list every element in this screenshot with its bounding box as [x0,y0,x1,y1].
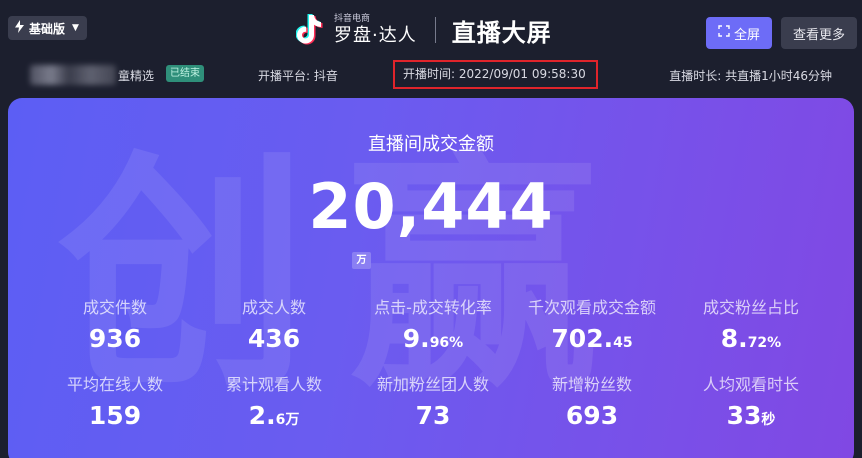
stat-label: 平均在线人数 [66,375,163,394]
stat-label: 新增粉丝数 [551,375,632,394]
stat-value: 936 [88,324,142,353]
stat-value: 702.45 [551,324,633,353]
stat-gpm: 千次观看成交金额 702.45 [512,294,672,353]
stat-total-viewers: 累计观看人数 2.6万 [194,371,354,430]
stat-order-count: 成交件数 936 [35,294,195,353]
stat-value: 9.96% [402,324,464,353]
top-bar: 基础版 ▼ 抖音电商 罗盘·达人 直播大屏 全屏 查看更多 [0,0,862,56]
lightning-icon [14,20,25,36]
brand-text: 抖音电商 罗盘·达人 [334,13,417,47]
stat-label: 千次观看成交金额 [527,298,656,317]
duration-text: 直播时长: 共直播1小时46分钟 [669,69,832,83]
edition-label: 基础版 [29,21,66,36]
expand-icon [718,25,730,41]
brand-subtitle: 抖音电商 [334,14,371,24]
stat-avg-watch-time: 人均观看时长 33秒 [671,371,831,430]
stat-label: 新加粉丝团人数 [376,375,489,394]
view-more-button[interactable]: 查看更多 [781,17,857,49]
stat-value: 33秒 [726,401,776,430]
stat-buyer-count: 成交人数 436 [194,294,354,353]
stat-click-conversion: 点击-成交转化率 9.96% [353,294,513,353]
stat-new-followers: 新增粉丝数 693 [512,371,672,430]
gmv-unit-badge: 万 [352,252,371,269]
stat-label: 累计观看人数 [225,375,322,394]
stat-value: 2.6万 [248,401,300,430]
stat-label: 点击-成交转化率 [374,298,492,317]
brand-name: 罗盘·达人 [334,25,417,46]
gmv-card: 创赢 直播间成交金额 20,444 万 成交件数 936 成交人数 436 点击… [8,98,854,458]
shop-name: 童精选 [118,69,155,83]
stat-label: 成交人数 [241,298,306,317]
blurred-account-name [30,65,116,85]
stat-label: 人均观看时长 [702,375,799,394]
brand-divider [434,17,436,43]
start-time-text: 开播时间: 2022/09/01 09:58:30 [393,60,598,89]
stat-new-fanclub: 新加粉丝团人数 73 [353,371,513,430]
chevron-down-icon: ▼ [72,23,79,33]
gmv-value: 20,444 [308,170,554,243]
tiktok-logo-icon [295,13,326,47]
stat-label: 成交件数 [82,298,147,317]
fullscreen-button[interactable]: 全屏 [706,17,772,49]
gmv-title: 直播间成交金额 [368,134,494,155]
stat-fan-share: 成交粉丝占比 8.72% [671,294,831,353]
page-title: 直播大屏 [451,18,552,47]
stat-label: 成交粉丝占比 [702,298,799,317]
stat-value: 73 [415,401,451,430]
stat-avg-online: 平均在线人数 159 [35,371,195,430]
status-badge: 已结束 [166,65,204,82]
platform-text: 开播平台: 抖音 [258,69,338,83]
stat-value: 8.72% [720,324,782,353]
edition-dropdown[interactable]: 基础版 ▼ [8,16,87,40]
brand: 抖音电商 罗盘·达人 直播大屏 [295,8,552,52]
stat-value: 693 [565,401,619,430]
fullscreen-label: 全屏 [733,27,760,43]
live-info-row: 童精选 已结束 开播平台: 抖音 开播时间: 2022/09/01 09:58:… [0,60,862,90]
stat-value: 159 [88,401,142,430]
stat-value: 436 [247,324,301,353]
